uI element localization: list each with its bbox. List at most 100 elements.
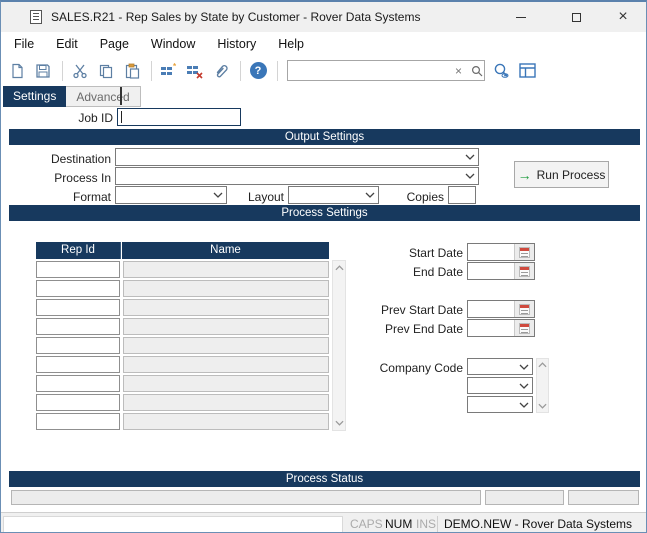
grid-cell-name <box>123 261 329 278</box>
process-in-select[interactable] <box>115 167 479 185</box>
grid-cell-rep-id[interactable] <box>36 375 120 392</box>
prev-end-date-label: Prev End Date <box>384 322 463 336</box>
paste-button[interactable] <box>120 59 144 83</box>
run-arrow-icon: → <box>517 166 532 183</box>
job-id-label: Job ID <box>78 111 113 125</box>
help-button[interactable]: ? <box>246 59 270 83</box>
grid-row <box>36 317 329 336</box>
grid-cell-rep-id[interactable] <box>36 318 120 335</box>
layout-view-button[interactable] <box>515 59 539 83</box>
grid-row <box>36 412 329 431</box>
toolbar-search: × <box>287 60 485 81</box>
calendar-button[interactable] <box>514 244 534 260</box>
calendar-button[interactable] <box>514 320 534 336</box>
menu-file[interactable]: File <box>3 33 45 55</box>
grid-cell-name <box>123 375 329 392</box>
grid-cell-rep-id[interactable] <box>36 337 120 354</box>
delete-row-button[interactable] <box>183 59 207 83</box>
copies-input[interactable] <box>448 186 476 204</box>
grid-cell-name <box>123 318 329 335</box>
grid-cell-rep-id[interactable] <box>36 261 120 278</box>
insert-row-button[interactable]: * <box>157 59 181 83</box>
grid-cell-rep-id[interactable] <box>36 356 120 373</box>
destination-label: Destination <box>50 152 111 166</box>
grid-column-rep-id: Rep Id <box>36 242 121 259</box>
company-code-label: Company Code <box>379 361 463 375</box>
tab-advanced[interactable]: Advanced <box>66 86 141 107</box>
toolbar-separator <box>240 60 241 81</box>
menu-edit[interactable]: Edit <box>45 33 89 55</box>
toolbar: * ? × <box>1 56 646 85</box>
maximize-button[interactable] <box>561 2 591 32</box>
end-date-label: End Date <box>412 265 463 279</box>
calendar-icon <box>519 246 530 258</box>
grid-cell-rep-id[interactable] <box>36 413 120 430</box>
grid-cell-rep-id[interactable] <box>36 299 120 316</box>
grid-row <box>36 355 329 374</box>
copy-button[interactable] <box>94 59 118 83</box>
run-process-button[interactable]: → Run Process <box>514 161 609 188</box>
end-date-input[interactable] <box>467 262 535 280</box>
tab-settings[interactable]: Settings <box>3 86 67 107</box>
resize-grip[interactable] <box>640 529 642 531</box>
start-date-label: Start Date <box>408 246 463 260</box>
grid-row <box>36 260 329 279</box>
job-id-input[interactable] <box>117 108 241 126</box>
grid-scrollbar[interactable] <box>332 260 346 431</box>
menu-help[interactable]: Help <box>267 33 315 55</box>
cut-button[interactable] <box>68 59 92 83</box>
prev-start-date-label: Prev Start Date <box>380 303 463 317</box>
company-code-select-2[interactable] <box>467 377 533 394</box>
save-button[interactable] <box>31 59 55 83</box>
grid-cell-rep-id[interactable] <box>36 394 120 411</box>
chevron-down-icon <box>462 173 478 179</box>
scroll-down-icon[interactable] <box>334 420 344 426</box>
attachment-button[interactable] <box>209 59 233 83</box>
destination-select[interactable] <box>115 148 479 166</box>
menu-page[interactable]: Page <box>89 33 140 55</box>
minimize-button[interactable] <box>506 2 536 32</box>
process-status-field-2 <box>485 490 564 505</box>
toolbar-separator <box>62 60 63 81</box>
company-code-select-3[interactable] <box>467 396 533 413</box>
find-preview-icon <box>494 63 509 78</box>
cut-icon <box>73 64 87 78</box>
rep-grid <box>36 260 329 431</box>
start-date-input[interactable] <box>467 243 535 261</box>
text-caret <box>121 111 122 123</box>
prev-end-date-input[interactable] <box>467 319 535 337</box>
scroll-down-icon[interactable] <box>538 403 547 409</box>
help-icon: ? <box>249 62 267 79</box>
process-status-header: Process Status <box>9 471 640 487</box>
close-button[interactable]: × <box>608 2 638 32</box>
search-input[interactable] <box>288 61 451 80</box>
menu-bar: File Edit Page Window History Help <box>1 32 646 56</box>
app-icon <box>30 10 42 24</box>
prev-start-date-input[interactable] <box>467 300 535 318</box>
scroll-up-icon[interactable] <box>538 362 547 368</box>
company-code-select-1[interactable] <box>467 358 533 375</box>
num-lock-indicator: NUM <box>385 517 413 531</box>
menu-history[interactable]: History <box>206 33 267 55</box>
company-code-scrollbar[interactable] <box>536 358 549 413</box>
calendar-button[interactable] <box>514 263 534 279</box>
svg-text:*: * <box>173 63 177 71</box>
chevron-down-icon <box>516 383 532 389</box>
paperclip-icon <box>216 64 228 77</box>
app-window: SALES.R21 - Rep Sales by State by Custom… <box>0 0 647 533</box>
caps-lock-indicator: CAPS <box>350 517 383 531</box>
grid-cell-name <box>123 337 329 354</box>
process-settings-header: Process Settings <box>9 205 640 221</box>
new-document-button[interactable] <box>5 59 29 83</box>
grid-cell-rep-id[interactable] <box>36 280 120 297</box>
format-label: Format <box>72 190 111 204</box>
toolbar-separator <box>151 60 152 81</box>
find-records-button[interactable] <box>489 59 513 83</box>
menu-window[interactable]: Window <box>140 33 206 55</box>
search-icon[interactable] <box>466 65 488 77</box>
process-in-label: Process In <box>54 171 111 185</box>
save-icon <box>36 63 50 78</box>
calendar-button[interactable] <box>514 301 534 317</box>
search-clear-icon[interactable]: × <box>451 64 466 78</box>
grid-row <box>36 374 329 393</box>
